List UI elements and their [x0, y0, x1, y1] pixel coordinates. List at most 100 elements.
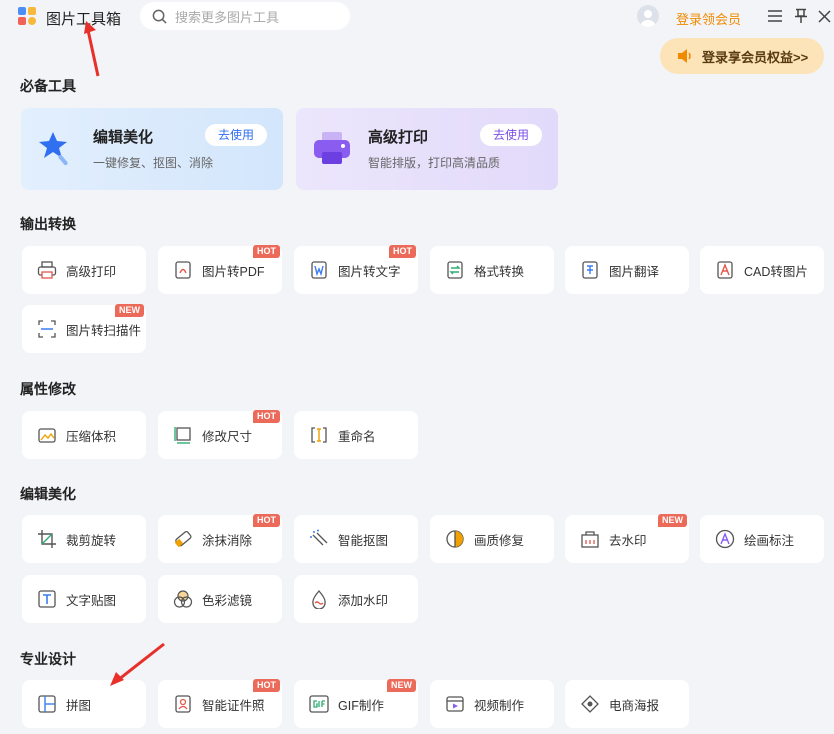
tool-label: 图片转PDF [202, 264, 265, 279]
poster-icon [579, 693, 601, 715]
tool-label: 去水印 [609, 533, 647, 548]
tool-label: 视频制作 [474, 698, 525, 713]
tool-button[interactable]: 色彩滤镜 [158, 575, 282, 623]
watermark-icon [308, 588, 330, 610]
remove-watermark-icon [579, 528, 601, 550]
vip-benefits-button[interactable]: 登录享会员权益>> [660, 38, 824, 74]
close-icon[interactable] [814, 6, 834, 26]
tool-button[interactable]: 视频制作 [430, 680, 554, 728]
tool-button[interactable]: 重命名 [294, 411, 418, 459]
tool-button[interactable]: 涂抹消除 HOT [158, 514, 282, 563]
text-icon [36, 588, 58, 610]
tool-button[interactable]: 图片翻译 [565, 246, 689, 294]
magic-wand-icon [37, 128, 77, 168]
new-badge: NEW [658, 514, 687, 527]
app-title: 图片工具箱 [46, 11, 122, 28]
featured-desc: 智能排版，打印高清品质 [368, 156, 501, 170]
search-icon [152, 9, 167, 24]
featured-card-edit[interactable]: 编辑美化 一键修复、抠图、消除 去使用 [21, 108, 283, 190]
top-bar: 图片工具箱 搜索更多图片工具 登录领会员 [0, 0, 834, 36]
tool-label: 拼图 [66, 698, 92, 713]
vip-label: 登录享会员权益>> [702, 49, 809, 65]
tool-button[interactable]: 电商海报 [565, 680, 689, 728]
eraser-icon [172, 528, 194, 550]
new-badge: NEW [387, 679, 416, 692]
tool-button[interactable]: 图片转PDF HOT [158, 245, 282, 294]
section-title-attr: 属性修改 [20, 381, 76, 397]
tool-label: 高级打印 [66, 264, 117, 279]
translate-icon [579, 259, 601, 281]
hot-badge: HOT [253, 245, 280, 258]
hot-badge: HOT [253, 679, 280, 692]
featured-card-print[interactable]: 高级打印 智能排版，打印高清品质 去使用 [296, 108, 558, 190]
tool-label: 画质修复 [474, 533, 525, 548]
section-title-essential: 必备工具 [20, 78, 76, 94]
tool-label: 修改尺寸 [202, 429, 253, 444]
tool-button[interactable]: 去水印 NEW [565, 514, 689, 563]
tool-label: 智能抠图 [338, 533, 389, 548]
gif-icon [308, 693, 330, 715]
use-button[interactable]: 去使用 [205, 124, 267, 146]
filter-icon [172, 588, 194, 610]
featured-desc: 一键修复、抠图、消除 [93, 156, 214, 170]
cad-icon [714, 259, 736, 281]
login-link[interactable]: 登录领会员 [676, 9, 741, 28]
tool-button[interactable]: 智能抠图 [294, 515, 418, 563]
featured-title: 高级打印 [368, 129, 429, 146]
tool-button[interactable]: 添加水印 [294, 575, 418, 623]
tool-button[interactable]: 修改尺寸 HOT [158, 410, 282, 459]
menu-icon[interactable] [765, 6, 785, 26]
annotate-icon [714, 528, 736, 550]
printer-icon [36, 259, 58, 281]
tool-label: 色彩滤镜 [202, 593, 253, 608]
tool-button[interactable]: 智能证件照 HOT [158, 679, 282, 728]
scan-icon [36, 318, 58, 340]
pin-icon[interactable] [791, 6, 811, 26]
tool-label: 压缩体积 [66, 429, 117, 444]
tool-label: 图片翻译 [609, 264, 660, 279]
word-icon [308, 259, 330, 281]
tool-button[interactable]: 文字贴图 [22, 575, 146, 623]
tool-label: 图片转文字 [338, 264, 401, 279]
tool-button[interactable]: 画质修复 [430, 515, 554, 563]
tool-button[interactable]: GIF制作 NEW [294, 679, 418, 728]
section-title-convert: 输出转换 [20, 216, 76, 232]
new-badge: NEW [115, 304, 144, 317]
id-photo-icon [172, 693, 194, 715]
tool-label: 电商海报 [609, 698, 660, 713]
tool-button[interactable]: 裁剪旋转 [22, 515, 146, 563]
tool-button[interactable]: 拼图 [22, 680, 146, 728]
cutout-icon [308, 528, 330, 550]
use-button[interactable]: 去使用 [480, 124, 542, 146]
section-title-edit: 编辑美化 [20, 486, 76, 502]
tool-button[interactable]: 图片转文字 HOT [294, 245, 418, 294]
tool-button[interactable]: 压缩体积 [22, 411, 146, 459]
crop-icon [36, 528, 58, 550]
printer-icon [312, 128, 352, 168]
avatar[interactable] [637, 5, 659, 27]
tool-label: 添加水印 [338, 593, 389, 608]
tool-label: GIF制作 [338, 698, 384, 713]
compress-icon [36, 424, 58, 446]
tool-label: 智能证件照 [202, 698, 265, 713]
tool-label: CAD转图片 [744, 264, 808, 279]
speaker-icon [678, 49, 691, 63]
tool-label: 文字贴图 [66, 593, 117, 608]
section-title-design: 专业设计 [20, 651, 76, 667]
search-input[interactable]: 搜索更多图片工具 [140, 2, 350, 30]
hot-badge: HOT [253, 514, 280, 527]
resize-icon [172, 424, 194, 446]
tool-label: 裁剪旋转 [66, 533, 117, 548]
video-icon [444, 693, 466, 715]
tool-button[interactable]: 格式转换 [430, 246, 554, 294]
tool-button[interactable]: 图片转扫描件 NEW [22, 304, 146, 353]
convert-icon [444, 259, 466, 281]
tool-button[interactable]: 绘画标注 [700, 515, 824, 563]
tool-label: 绘画标注 [744, 533, 795, 548]
tool-button[interactable]: CAD转图片 [700, 246, 824, 294]
tool-label: 格式转换 [474, 264, 525, 279]
app-logo-icon [18, 7, 36, 25]
collage-icon [36, 693, 58, 715]
tool-button[interactable]: 高级打印 [22, 246, 146, 294]
quality-icon [444, 528, 466, 550]
